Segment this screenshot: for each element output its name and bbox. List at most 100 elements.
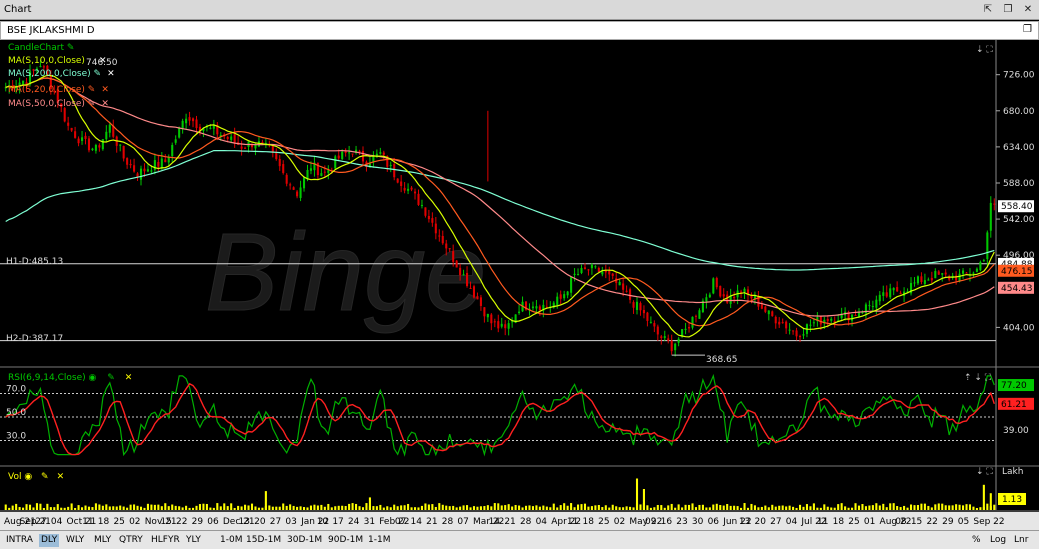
pane-controls[interactable]: ⇣ ⛶ [976, 45, 993, 55]
legend-candle-label: CandleChart [8, 43, 64, 53]
candle [400, 181, 403, 187]
range-90d-1m[interactable]: 90D-1M [328, 535, 363, 545]
volume-bar [11, 505, 14, 510]
volume-bar [826, 506, 829, 510]
restore-icon[interactable]: ❐ [1001, 3, 1015, 16]
percent-scale-button[interactable]: % [972, 535, 981, 545]
volume-bar [851, 507, 854, 510]
legend-candle[interactable]: CandleChart ✎ [8, 43, 74, 53]
date-tick-label: 22 [176, 517, 187, 527]
legend-ma20-label: MA(S,20,0,Close) [8, 85, 85, 95]
volume-bar [618, 507, 621, 510]
legend-rsi[interactable]: RSI(6,9,14,Close) ◉ ✎ ✕ [8, 373, 132, 383]
pencil-icon[interactable]: ✎ [91, 69, 102, 79]
candle [504, 324, 507, 329]
tf-qtry[interactable]: QTRY [119, 535, 143, 545]
volume-bar [649, 507, 652, 510]
legend-ma10[interactable]: MA(S,10,0,Close) ✕ [8, 56, 106, 66]
legend-ma200[interactable]: MA(S,200,0,Close) ✎ ✕ [8, 69, 115, 79]
pencil-icon[interactable]: ✎ [38, 472, 49, 482]
tf-wly[interactable]: WLY [66, 535, 84, 545]
volume-bar [355, 503, 358, 510]
volume-bar [968, 504, 972, 510]
volume-bar [334, 506, 337, 510]
minimize-icon[interactable]: ⇱ [981, 3, 995, 16]
candle [320, 173, 323, 176]
volume-bar [549, 507, 552, 510]
rsi-pane-controls[interactable]: ⇡ ⇣ ⛶ [964, 373, 991, 383]
volume-bar [681, 507, 684, 510]
close-icon[interactable]: ✕ [125, 373, 133, 383]
volume-bar [674, 507, 677, 510]
tf-intra[interactable]: INTRA [6, 535, 33, 545]
volume-bar [490, 506, 493, 510]
volume-bar [507, 504, 510, 510]
range-1-0m[interactable]: 1-0M [220, 535, 242, 545]
tf-hlfyr[interactable]: HLFYR [151, 535, 180, 545]
volume-bar [785, 506, 788, 510]
candle [341, 151, 344, 160]
candle [476, 296, 479, 300]
candle [691, 316, 694, 328]
tf-mly[interactable]: MLY [94, 535, 111, 545]
pencil-icon[interactable]: ✎ [85, 99, 96, 109]
volume-bar [441, 504, 444, 510]
candle [185, 118, 188, 124]
volume-bar [351, 503, 354, 510]
volume-bar [219, 506, 222, 510]
candle [42, 66, 45, 68]
date-tick-label: 29 [192, 517, 204, 527]
linear-scale-button[interactable]: Lnr [1014, 535, 1028, 545]
close-icon[interactable]: ✕ [57, 472, 65, 482]
volume-bar [909, 504, 913, 510]
volume-bar [545, 506, 548, 510]
eye-icon[interactable]: ◉ [86, 373, 97, 383]
close-icon[interactable]: ✕ [101, 85, 109, 95]
tf-dly[interactable]: DLY [39, 534, 60, 547]
volume-bar [139, 506, 143, 510]
legend-ma50[interactable]: MA(S,50,0,Close) ✎ ✕ [8, 99, 109, 109]
pane-restore-icon[interactable]: ❐ [1023, 24, 1032, 35]
candle [639, 303, 642, 311]
price-chart[interactable]: Binge 726.00680.00634.00588.00542.00496.… [0, 40, 1039, 530]
volume-bar [25, 504, 28, 510]
pencil-icon[interactable]: ✎ [85, 85, 96, 95]
volume-bar [250, 503, 254, 510]
volume-bar [601, 507, 604, 510]
candle [878, 294, 881, 302]
vol-pane-controls[interactable]: ⇣ ⛶ [976, 467, 993, 477]
range-15d-1m[interactable]: 15D-1M [246, 535, 281, 545]
close-icon[interactable]: ✕ [1021, 3, 1035, 16]
candle [143, 168, 146, 172]
candle [649, 321, 652, 323]
ma10-line [5, 74, 995, 338]
date-tick-label: 29 [942, 517, 954, 527]
volume-bar [195, 505, 198, 510]
candle [420, 205, 423, 207]
range-30d-1m[interactable]: 30D-1M [287, 535, 322, 545]
close-icon[interactable]: ✕ [99, 56, 107, 66]
candle [684, 328, 687, 330]
candle [101, 139, 104, 150]
volume-bar [837, 504, 840, 510]
close-icon[interactable]: ✕ [101, 99, 109, 109]
price-badge-label: 476.15 [1001, 267, 1033, 277]
candle [67, 122, 70, 126]
date-tick-label: 11 [817, 517, 828, 527]
legend-ma20[interactable]: MA(S,20,0,Close) ✎ ✕ [8, 85, 109, 95]
candle [63, 108, 66, 122]
close-icon[interactable]: ✕ [107, 69, 115, 79]
volume-bar [226, 506, 229, 510]
pencil-icon[interactable]: ✎ [104, 373, 115, 383]
range-1-1m[interactable]: 1-1M [368, 535, 390, 545]
eye-icon[interactable]: ◉ [21, 472, 32, 482]
tf-yly[interactable]: YLY [186, 535, 201, 545]
candle [431, 218, 434, 223]
volume-bar [46, 503, 49, 510]
volume-bar [746, 507, 750, 510]
log-scale-button[interactable]: Log [990, 535, 1006, 545]
candle [618, 281, 621, 286]
volume-bar [792, 506, 795, 510]
legend-vol[interactable]: Vol ◉ ✎ ✕ [8, 472, 64, 482]
pencil-icon[interactable]: ✎ [64, 43, 75, 53]
